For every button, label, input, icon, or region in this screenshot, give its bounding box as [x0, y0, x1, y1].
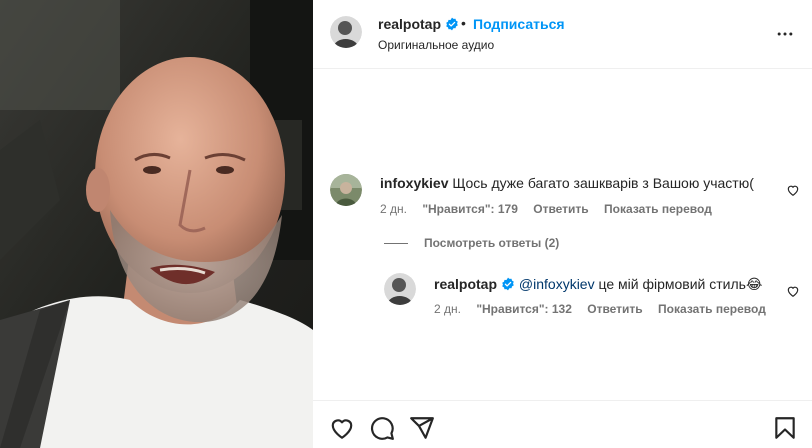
- more-options-icon[interactable]: [775, 24, 795, 44]
- author-username-text[interactable]: realpotap: [378, 16, 441, 32]
- separator-dot: •: [461, 15, 466, 31]
- heart-icon[interactable]: [329, 415, 355, 441]
- reply-text: realpotap @infoxykiev це мій фірмовий ст…: [434, 276, 762, 294]
- comment-icon[interactable]: [369, 415, 395, 441]
- comment-text: infoxykiev Щось дуже багато зашкварів з …: [380, 175, 754, 191]
- verified-badge-icon: [445, 17, 459, 34]
- comment-username[interactable]: infoxykiev: [380, 175, 448, 191]
- comment-reply-button[interactable]: Ответить: [533, 202, 588, 216]
- commenter-avatar[interactable]: [330, 174, 362, 206]
- post-action-bar: [313, 400, 812, 448]
- follow-button[interactable]: Подписаться: [473, 16, 565, 32]
- verified-badge-icon: [501, 277, 515, 294]
- original-audio-link[interactable]: Оригинальное аудио: [378, 38, 494, 52]
- reply-likes[interactable]: "Нравится": 132: [476, 302, 572, 316]
- post-media[interactable]: [0, 0, 313, 448]
- post-header: realpotap • Подписаться Оригинальное ауд…: [313, 0, 812, 69]
- reply-translate-button[interactable]: Показать перевод: [658, 302, 766, 316]
- reply-meta: 2 дн. "Нравится": 132 Ответить Показать …: [434, 302, 778, 316]
- reply-time[interactable]: 2 дн.: [434, 302, 461, 316]
- comment-body: Щось дуже багато зашкварів з Вашою участ…: [452, 175, 754, 191]
- author-avatar[interactable]: [330, 16, 362, 48]
- view-replies-button[interactable]: Посмотреть ответы (2): [424, 236, 559, 250]
- post-video-frame: [0, 0, 313, 448]
- reply-heart-icon[interactable]: [786, 284, 800, 298]
- reply-mention[interactable]: @infoxykiev: [519, 276, 595, 292]
- post-detail-panel: realpotap • Подписаться Оригинальное ауд…: [313, 0, 812, 448]
- reply-username[interactable]: realpotap: [434, 276, 497, 292]
- reply-body: це мій фірмовий стиль😂: [594, 276, 763, 292]
- comment-time[interactable]: 2 дн.: [380, 202, 407, 216]
- comment-translate-button[interactable]: Показать перевод: [604, 202, 712, 216]
- share-icon[interactable]: [409, 415, 435, 441]
- replies-divider: [384, 243, 408, 244]
- author-username[interactable]: realpotap: [378, 16, 459, 34]
- reply-reply-button[interactable]: Ответить: [587, 302, 642, 316]
- comment-likes[interactable]: "Нравится": 179: [422, 202, 518, 216]
- comment-heart-icon[interactable]: [786, 183, 800, 197]
- bookmark-icon[interactable]: [772, 415, 798, 441]
- reply-avatar[interactable]: [384, 273, 416, 305]
- comment-meta: 2 дн. "Нравится": 179 Ответить Показать …: [380, 202, 724, 216]
